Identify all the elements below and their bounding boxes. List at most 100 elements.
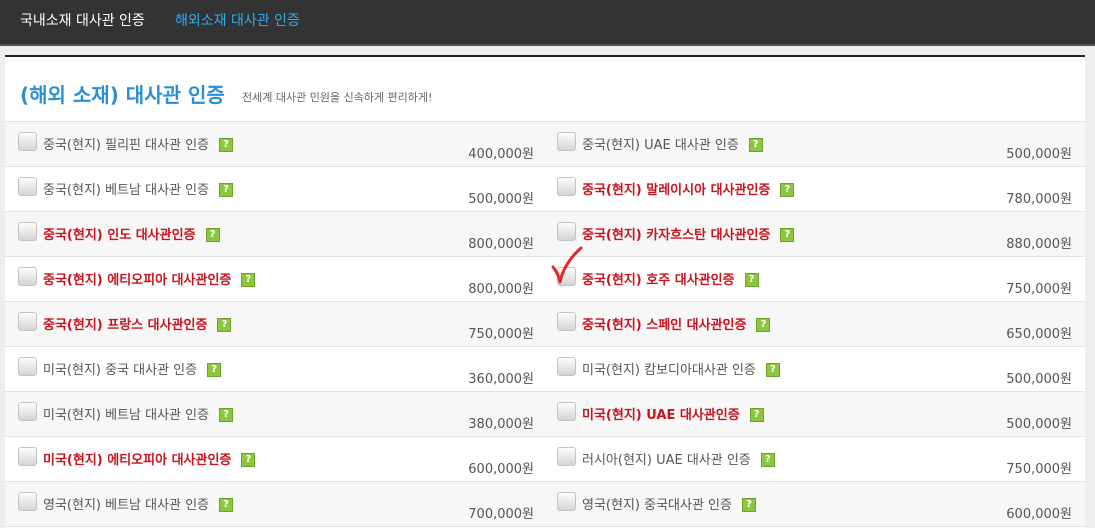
help-icon[interactable]: ? (744, 272, 759, 287)
table-row: 중국(현지) 필리핀 대사관 인증? 400,000원 중국(현지) UAE 대사관… (5, 122, 1085, 167)
service-name: 미국(현지) UAE 대사관인증 (582, 408, 740, 423)
list-item[interactable]: 미국(현지) 베트남 대사관 인증? 380,000원 (5, 392, 543, 437)
help-icon[interactable]: ? (749, 407, 764, 422)
help-icon[interactable]: ? (780, 182, 795, 197)
service-name: 중국(현지) 호주 대사관인증 (582, 273, 735, 288)
service-label: 중국(현지) 필리핀 대사관 인증? (43, 134, 234, 153)
list-item[interactable]: 중국(현지) UAE 대사관 인증? 500,000원 (543, 122, 1081, 167)
service-name: 러시아(현지) UAE 대사관 인증 (582, 453, 751, 468)
service-label: 중국(현지) UAE 대사관 인증? (582, 134, 763, 153)
list-item[interactable]: 중국(현지) 프랑스 대사관인증? 750,000원 (5, 302, 543, 347)
service-label: 중국(현지) 인도 대사관인증? (43, 224, 220, 243)
service-checkbox[interactable] (18, 267, 37, 286)
service-checkbox[interactable] (557, 447, 576, 466)
help-icon[interactable]: ? (765, 362, 780, 377)
help-icon[interactable]: ? (241, 452, 256, 467)
service-label: 중국(현지) 프랑스 대사관인증? (43, 314, 232, 333)
service-name: 중국(현지) UAE 대사관 인증 (582, 138, 739, 153)
service-price: 800,000원 (468, 282, 534, 297)
service-checkbox[interactable] (18, 447, 37, 466)
table-row: 영국(현지) 베트남 대사관 인증? 700,000원 영국(현지) 중국대사관 인… (5, 482, 1085, 527)
service-checkbox[interactable] (18, 312, 37, 331)
list-item[interactable]: 러시아(현지) UAE 대사관 인증? 750,000원 (543, 437, 1081, 482)
list-item[interactable]: 미국(현지) 중국 대사관 인증? 360,000원 (5, 347, 543, 392)
list-item[interactable]: 중국(현지) 에티오피아 대사관인증? 800,000원 (5, 257, 543, 302)
help-icon[interactable]: ? (756, 317, 771, 332)
service-name: 중국(현지) 말레이시아 대사관인증 (582, 183, 771, 198)
table-row: 미국(현지) 베트남 대사관 인증? 380,000원 미국(현지) UAE 대사관… (5, 392, 1085, 437)
service-name: 중국(현지) 필리핀 대사관 인증 (43, 138, 210, 153)
service-checkbox[interactable] (18, 402, 37, 421)
service-checkbox[interactable] (557, 222, 576, 241)
service-label: 미국(현지) 중국 대사관 인증? (43, 359, 222, 378)
list-item[interactable]: 중국(현지) 카자흐스탄 대사관인증? 880,000원 (543, 212, 1081, 257)
service-name: 미국(현지) 에티오피아 대사관인증 (43, 453, 232, 468)
list-item[interactable]: 중국(현지) 말레이시아 대사관인증? 780,000원 (543, 167, 1081, 212)
service-checkbox[interactable] (18, 177, 37, 196)
service-label: 미국(현지) 캄보디아대사관 인증? (582, 359, 780, 378)
list-item[interactable]: 미국(현지) 에티오피아 대사관인증? 600,000원 (5, 437, 543, 482)
service-label: 미국(현지) 베트남 대사관 인증? (43, 404, 234, 423)
service-label: 영국(현지) 중국대사관 인증? (582, 494, 756, 513)
list-item[interactable]: 중국(현지) 베트남 대사관 인증? 500,000원 (5, 167, 543, 212)
service-label: 영국(현지) 베트남 대사관 인증? (43, 494, 234, 513)
service-name: 중국(현지) 카자흐스탄 대사관인증 (582, 228, 771, 243)
service-price: 500,000원 (468, 192, 534, 207)
service-checkbox[interactable] (18, 357, 37, 376)
service-checkbox[interactable] (18, 132, 37, 151)
table-row: 중국(현지) 프랑스 대사관인증? 750,000원 중국(현지) 스페인 대사관인… (5, 302, 1085, 347)
table-row: 중국(현지) 인도 대사관인증? 800,000원 중국(현지) 카자흐스탄 대사관… (5, 212, 1085, 257)
service-checkbox[interactable] (557, 177, 576, 196)
list-item[interactable]: 중국(현지) 호주 대사관인증? 750,000원 (543, 257, 1081, 302)
help-icon[interactable]: ? (207, 362, 222, 377)
service-checkbox[interactable] (18, 492, 37, 511)
table-row: 미국(현지) 중국 대사관 인증? 360,000원 미국(현지) 캄보디아대사관 … (5, 347, 1085, 392)
list-item[interactable]: 영국(현지) 베트남 대사관 인증? 700,000원 (5, 482, 543, 527)
service-checkbox[interactable] (557, 132, 576, 151)
service-checkbox[interactable] (557, 402, 576, 421)
help-icon[interactable]: ? (219, 182, 234, 197)
service-name: 중국(현지) 스페인 대사관인증 (582, 318, 747, 333)
service-checkbox[interactable] (18, 222, 37, 241)
tab-domestic-embassy[interactable]: 국내소재 대사관 인증 (20, 0, 145, 44)
list-item[interactable]: 중국(현지) 인도 대사관인증? 800,000원 (5, 212, 543, 257)
service-price: 700,000원 (468, 507, 534, 522)
help-icon[interactable]: ? (241, 272, 256, 287)
help-icon[interactable]: ? (219, 407, 234, 422)
list-item[interactable]: 영국(현지) 중국대사관 인증? 600,000원 (543, 482, 1081, 527)
service-label: 중국(현지) 말레이시아 대사관인증? (582, 179, 795, 198)
service-price: 500,000원 (1006, 372, 1072, 387)
service-name: 중국(현지) 베트남 대사관 인증 (43, 183, 210, 198)
tab-overseas-embassy[interactable]: 해외소재 대사관 인증 (175, 0, 300, 44)
list-item[interactable]: 중국(현지) 필리핀 대사관 인증? 400,000원 (5, 122, 543, 167)
service-label: 중국(현지) 스페인 대사관인증? (582, 314, 771, 333)
help-icon[interactable]: ? (219, 497, 234, 512)
service-price: 400,000원 (468, 147, 534, 162)
service-name: 미국(현지) 캄보디아대사관 인증 (582, 363, 756, 378)
help-icon[interactable]: ? (760, 452, 775, 467)
service-checkbox[interactable] (557, 492, 576, 511)
service-label: 미국(현지) UAE 대사관인증? (582, 404, 764, 423)
service-name: 미국(현지) 중국 대사관 인증 (43, 363, 198, 378)
table-row: 미국(현지) 에티오피아 대사관인증? 600,000원 러시아(현지) UAE 대… (5, 437, 1085, 482)
list-item[interactable]: 미국(현지) 캄보디아대사관 인증? 500,000원 (543, 347, 1081, 392)
service-price: 600,000원 (1006, 507, 1072, 522)
help-icon[interactable]: ? (217, 317, 232, 332)
service-price: 780,000원 (1006, 192, 1072, 207)
service-label: 중국(현지) 에티오피아 대사관인증? (43, 269, 256, 288)
service-name: 영국(현지) 베트남 대사관 인증 (43, 498, 210, 513)
help-icon[interactable]: ? (748, 137, 763, 152)
table-row: 중국(현지) 에티오피아 대사관인증? 800,000원 중국(현지) 호주 대사관… (5, 257, 1085, 302)
help-icon[interactable]: ? (219, 137, 234, 152)
service-price: 800,000원 (468, 237, 534, 252)
service-label: 중국(현지) 베트남 대사관 인증? (43, 179, 234, 198)
help-icon[interactable]: ? (780, 227, 795, 242)
service-checkbox[interactable] (557, 312, 576, 331)
help-icon[interactable]: ? (741, 497, 756, 512)
service-checkbox[interactable] (557, 357, 576, 376)
list-item[interactable]: 중국(현지) 스페인 대사관인증? 650,000원 (543, 302, 1081, 347)
help-icon[interactable]: ? (205, 227, 220, 242)
list-item[interactable]: 미국(현지) UAE 대사관인증? 500,000원 (543, 392, 1081, 437)
service-name: 중국(현지) 인도 대사관인증 (43, 228, 196, 243)
service-checkbox[interactable] (557, 267, 576, 286)
